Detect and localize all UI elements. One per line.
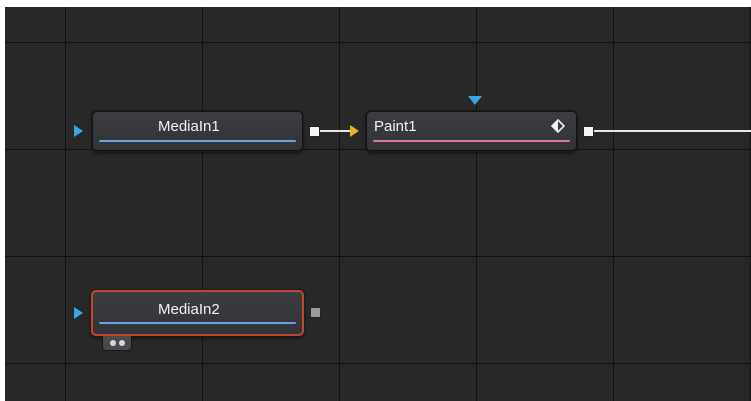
diamond-keyframe-icon[interactable] <box>550 118 566 134</box>
cache-dot <box>110 340 116 346</box>
mediain2-input-port[interactable] <box>74 307 83 319</box>
cache-dots-icon[interactable] <box>102 336 132 351</box>
mediain1-input-port[interactable] <box>74 125 83 137</box>
mediain1-output-port[interactable] <box>309 126 320 137</box>
mediain2-output-port[interactable] <box>310 307 321 318</box>
diamond-keyframe-svg <box>550 118 566 134</box>
connection-paint1-output[interactable] <box>594 130 751 132</box>
node-mediain2-label: MediaIn2 <box>158 301 220 318</box>
node-paint1[interactable]: Paint1 <box>366 111 577 151</box>
node-mediain2-color-bar <box>99 322 296 324</box>
cache-dot <box>119 340 125 346</box>
paint1-output-port[interactable] <box>583 126 594 137</box>
node-mediain1[interactable]: MediaIn1 <box>92 111 303 151</box>
paint1-effect-mask-port[interactable] <box>468 96 482 105</box>
node-mediain1-color-bar <box>99 140 296 142</box>
node-paint1-color-bar <box>373 140 570 142</box>
node-mediain2[interactable]: MediaIn2 <box>91 290 304 336</box>
node-editor-canvas[interactable]: MediaIn1 Paint1 MediaIn2 <box>5 7 751 401</box>
node-mediain1-label: MediaIn1 <box>158 118 220 135</box>
node-paint1-label: Paint1 <box>374 118 417 135</box>
paint1-input-port[interactable] <box>350 125 359 137</box>
connection-mediain1-paint1[interactable] <box>320 130 350 132</box>
